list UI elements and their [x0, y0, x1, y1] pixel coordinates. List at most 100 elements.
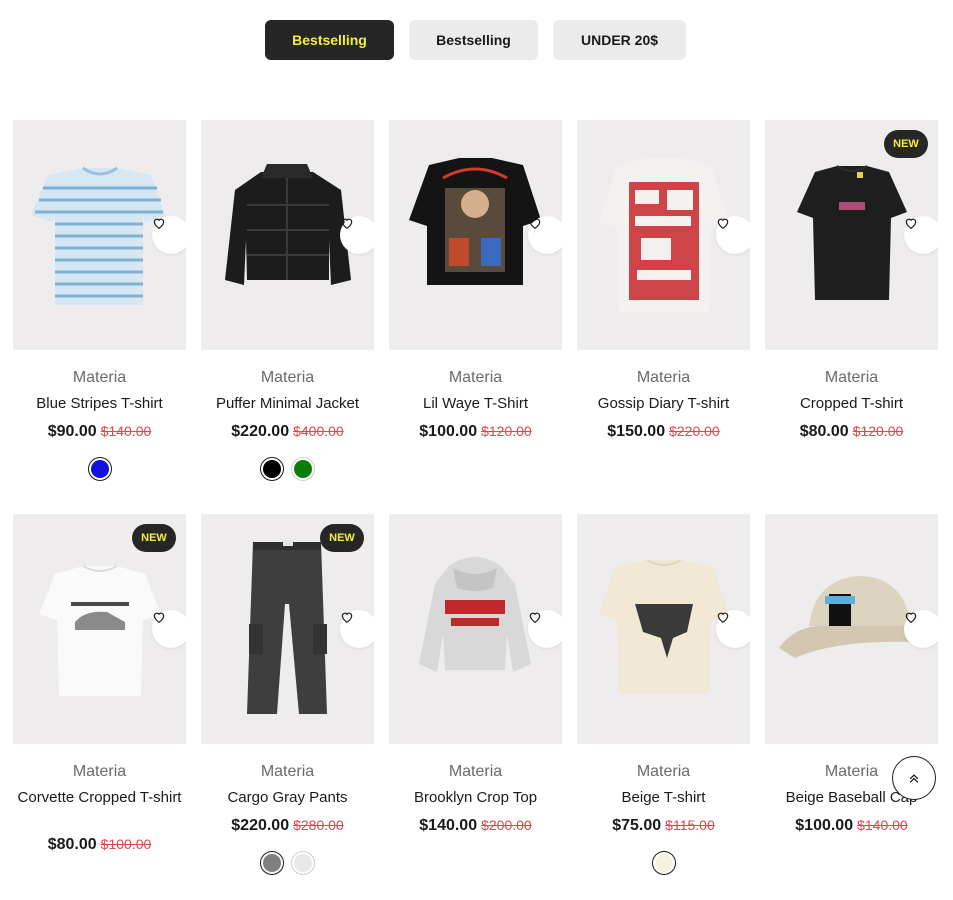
product-brand: Materia [636, 369, 691, 386]
wishlist-button[interactable] [904, 610, 938, 648]
old-price: $140.00 [100, 423, 152, 439]
heart-icon [153, 218, 165, 229]
old-price: $120.00 [481, 423, 532, 439]
product-image[interactable] [389, 120, 562, 350]
wishlist-button[interactable] [152, 216, 186, 254]
heart-icon [717, 218, 729, 229]
current-price: $80.00 [47, 836, 97, 853]
wishlist-button[interactable] [716, 216, 750, 254]
product-price: $220.00 $280.00 [201, 817, 374, 835]
double-chevron-up-icon [909, 774, 919, 783]
product-price: $100.00 $140.00 [765, 817, 938, 835]
color-swatch-black[interactable] [260, 457, 284, 481]
product-image[interactable]: NEW [765, 120, 938, 350]
product-brand: Materia [260, 369, 315, 386]
wishlist-button[interactable] [152, 610, 186, 648]
product-name[interactable]: Cargo Gray Pants [195, 788, 380, 807]
new-badge: NEW [884, 130, 928, 158]
product-brand: Materia [72, 369, 127, 386]
swatch-fill [263, 460, 281, 478]
heart-icon [905, 612, 917, 623]
product-name[interactable]: Corvette Cropped T-shirt [7, 788, 192, 807]
current-price: $100.00 [419, 423, 478, 440]
color-swatch-green[interactable] [291, 457, 315, 481]
product-name[interactable]: Blue Stripes T-shirt [7, 394, 192, 413]
product-price: $220.00 $400.00 [201, 423, 374, 441]
tab-bestselling-active[interactable]: Bestselling [265, 20, 394, 60]
new-badge: NEW [132, 524, 176, 552]
product-brand: Materia [260, 763, 315, 780]
product-name[interactable]: Cropped T-shirt [759, 394, 944, 413]
old-price: $400.00 [293, 423, 344, 439]
wishlist-button[interactable] [340, 610, 374, 648]
product-price: $90.00 $140.00 [13, 423, 186, 441]
product-price: $100.00 $120.00 [389, 423, 562, 441]
color-swatches [201, 457, 374, 481]
color-swatches [13, 457, 186, 481]
swatch-fill [294, 460, 312, 478]
old-price: $115.00 [665, 817, 715, 833]
swatch-fill [90, 460, 109, 478]
product-price: $80.00 $120.00 [765, 423, 938, 441]
heart-icon [529, 612, 541, 623]
product-image[interactable] [765, 514, 938, 744]
old-price: $220.00 [669, 423, 720, 439]
heart-icon [341, 612, 353, 623]
product-name[interactable]: Brooklyn Crop Top [383, 788, 568, 807]
product-image[interactable] [389, 514, 562, 744]
product-image[interactable]: NEW [201, 514, 374, 744]
product-image[interactable]: NEW [13, 514, 186, 744]
wishlist-button[interactable] [716, 610, 750, 648]
product-image[interactable] [201, 120, 374, 350]
product-brand: Materia [72, 763, 127, 780]
product-brand: Materia [636, 763, 691, 780]
product-brand: Materia [448, 369, 503, 386]
heart-icon [529, 218, 541, 229]
product-price: $150.00 $220.00 [577, 423, 750, 441]
scroll-to-top-button[interactable] [892, 756, 936, 800]
color-swatch-blue[interactable] [87, 457, 112, 481]
product-price: $140.00 $200.00 [389, 817, 562, 835]
product-price: $75.00 $115.00 [577, 817, 750, 835]
filter-tabs: Bestselling Bestselling UNDER 20$ [0, 20, 953, 60]
heart-icon [717, 612, 729, 623]
current-price: $75.00 [612, 817, 662, 834]
product-brand: Materia [448, 763, 503, 780]
color-swatches [577, 851, 750, 875]
swatch-fill [654, 854, 673, 872]
product-name[interactable]: Beige T-shirt [571, 788, 756, 807]
color-swatches [201, 851, 374, 875]
color-swatch-gray[interactable] [260, 851, 284, 875]
product-price: $80.00 $100.00 [13, 836, 186, 854]
product-brand: Materia [824, 369, 879, 386]
product-name[interactable]: Lil Waye T-Shirt [383, 394, 568, 413]
heart-icon [341, 218, 353, 229]
swatch-fill [263, 854, 281, 872]
wishlist-button[interactable] [904, 216, 938, 254]
old-price: $140.00 [857, 817, 908, 833]
current-price: $220.00 [231, 817, 290, 834]
swatch-fill [294, 854, 312, 872]
current-price: $100.00 [795, 817, 854, 834]
product-image[interactable] [577, 120, 750, 350]
wishlist-button[interactable] [528, 216, 562, 254]
current-price: $140.00 [419, 817, 478, 834]
product-name[interactable]: Puffer Minimal Jacket [195, 394, 380, 413]
tab-bestselling[interactable]: Bestselling [409, 20, 538, 60]
heart-icon [153, 612, 165, 623]
color-swatch-beige[interactable] [651, 851, 676, 875]
tab-under-20[interactable]: UNDER 20$ [553, 20, 686, 60]
current-price: $80.00 [799, 423, 849, 440]
product-image[interactable] [577, 514, 750, 744]
current-price: $150.00 [607, 423, 666, 440]
old-price: $120.00 [852, 423, 904, 439]
wishlist-button[interactable] [340, 216, 374, 254]
wishlist-button[interactable] [528, 610, 562, 648]
color-swatch-light[interactable] [291, 851, 315, 875]
heart-icon [905, 218, 917, 229]
old-price: $280.00 [293, 817, 344, 833]
product-name[interactable]: Gossip Diary T-shirt [571, 394, 756, 413]
old-price: $200.00 [481, 817, 532, 833]
product-image[interactable] [13, 120, 186, 350]
new-badge: NEW [320, 524, 364, 552]
